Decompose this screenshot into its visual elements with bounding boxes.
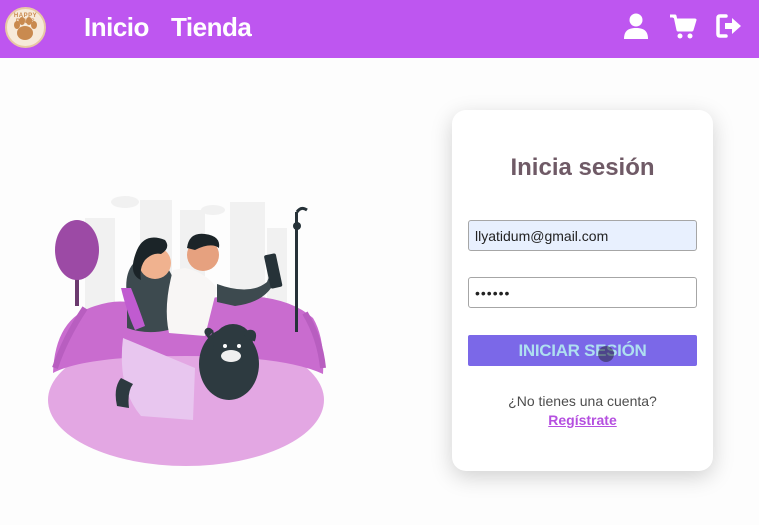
login-submit-button[interactable]: INICIAR SESIÓN (468, 335, 697, 366)
navbar: HAPPY PAWS Inicio Tienda (0, 0, 759, 58)
login-title: Inicia sesión (510, 154, 655, 181)
cart-icon[interactable] (669, 12, 697, 40)
paw-icon (14, 17, 37, 40)
no-account-text: ¿No tienes una cuenta? (508, 393, 657, 409)
mouse-cursor (598, 346, 614, 362)
user-icon[interactable] (622, 12, 650, 40)
email-field[interactable] (468, 220, 697, 251)
nav-link-tienda[interactable]: Tienda (171, 10, 252, 44)
register-link[interactable]: Regístrate (452, 412, 713, 428)
password-field[interactable] (468, 277, 697, 308)
couple-with-dog-illustration (48, 196, 326, 466)
nav-link-inicio[interactable]: Inicio (84, 10, 149, 44)
logout-icon[interactable] (715, 12, 743, 40)
login-card: Inicia sesión INICIAR SESIÓN ¿No tienes … (452, 110, 713, 471)
brand-logo[interactable]: HAPPY PAWS (5, 7, 46, 48)
